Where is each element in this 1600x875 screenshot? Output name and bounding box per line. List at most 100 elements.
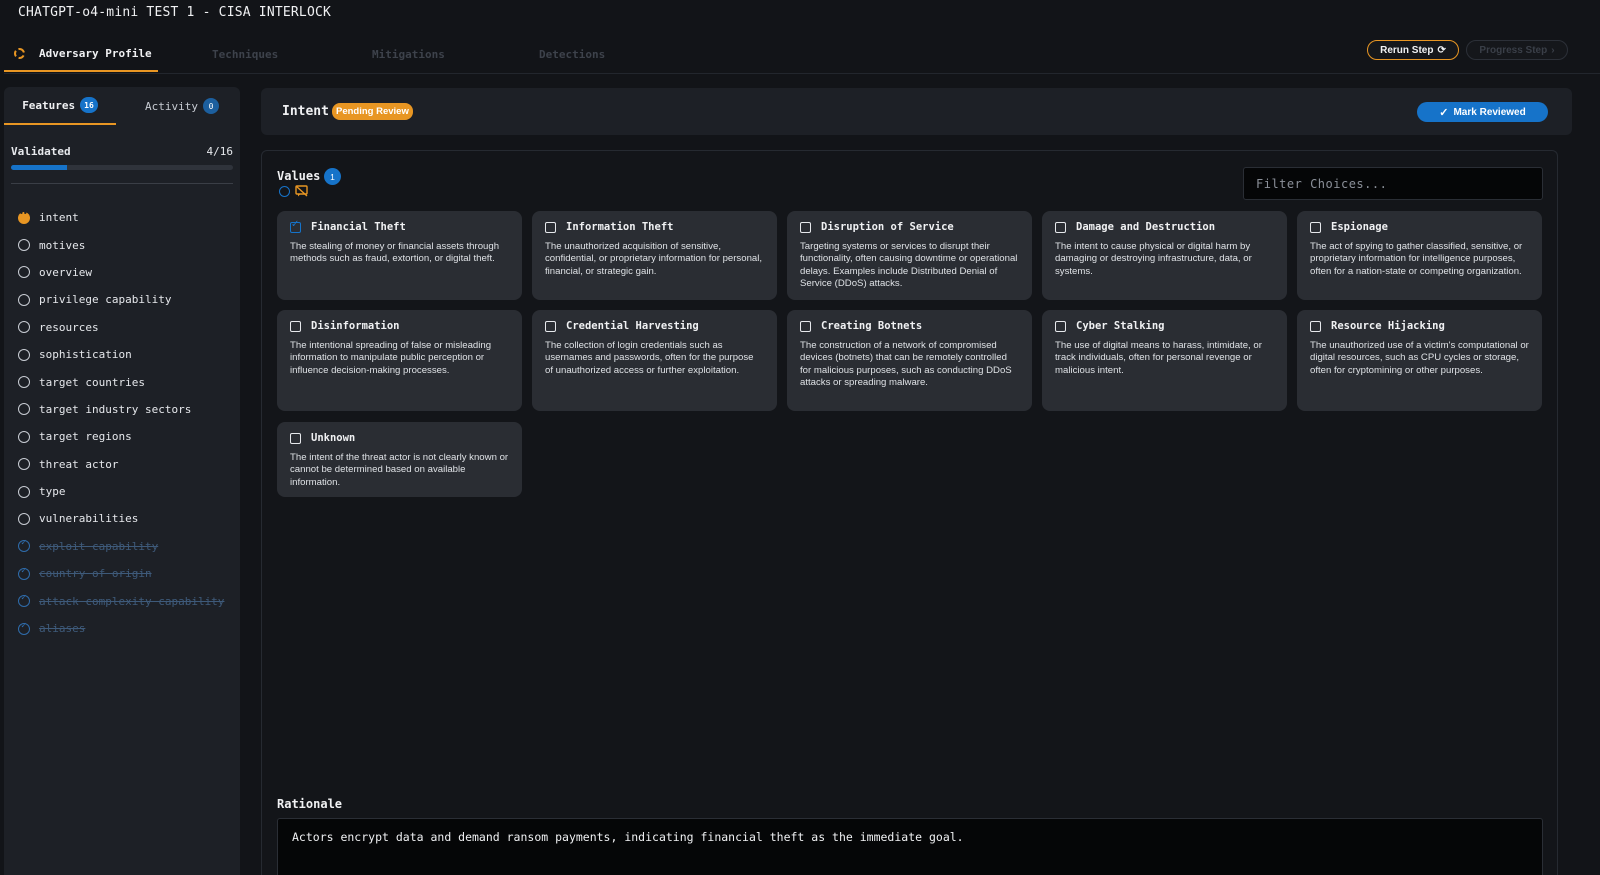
circle-icon [18,458,30,471]
feature-item-label: target countries [39,375,145,389]
rationale-textarea[interactable]: Actors encrypt data and demand ransom pa… [277,818,1543,875]
choice-checkbox[interactable] [545,221,556,233]
validated-progress-bar [11,165,233,170]
feature-item-target-industry-sectors[interactable]: target industry sectors [18,396,236,423]
feature-item-label: overview [39,265,92,279]
choice-title: Creating Botnets [821,320,923,332]
feature-item-label: vulnerabilities [39,512,139,526]
choice-description: The unauthorized acquisition of sensitiv… [545,241,763,277]
choice-checkbox[interactable] [1310,320,1321,332]
sidebar-tabs: Features 16 Activity 0 [4,87,240,127]
feature-item-aliases[interactable]: aliases [18,615,236,642]
circle-icon [18,293,30,306]
choice-header: Disruption of Service [800,221,1019,233]
choice-header: Cyber Stalking [1055,320,1274,332]
feature-item-privilege-capability[interactable]: privilege capability [18,286,236,313]
choice-header: Financial Theft [290,219,509,233]
choice-checkbox[interactable] [290,219,301,233]
validated-count: 4/16 [206,145,234,158]
feature-item-type[interactable]: type [18,478,236,505]
rerun-label: Rerun Step [1380,44,1434,56]
progress-label: Progress Step [1479,44,1548,56]
tab-techniques[interactable]: Techniques [212,36,278,72]
feature-item-target-countries[interactable]: target countries [18,368,236,395]
circle-icon [18,430,30,443]
feature-item-label: aliases [39,622,86,636]
choice-checkbox[interactable] [800,221,811,233]
tab-label: Adversary Profile [39,46,152,60]
circle-icon [18,403,30,416]
feature-item-threat-actor[interactable]: threat actor [18,451,236,478]
choice-checkbox[interactable] [1310,221,1321,233]
choice-title: Cyber Stalking [1076,320,1165,332]
choice-checkbox[interactable] [545,320,556,332]
feature-item-label: sophistication [39,348,132,362]
feature-item-sophistication[interactable]: sophistication [18,341,236,368]
feature-item-label: privilege capability [39,293,172,307]
rerun-step-button[interactable]: Rerun Step ⟳ [1367,40,1459,60]
tab-detections[interactable]: Detections [539,36,605,72]
feature-item-attack-complexity-capability[interactable]: attack complexity capability [18,587,236,614]
choice-card[interactable]: Disruption of Service Targeting systems o… [787,211,1032,300]
check-circle-icon [18,538,30,553]
choice-checkbox[interactable] [290,432,301,444]
tab-adversary-profile[interactable]: Adversary Profile [4,36,158,72]
choice-description: The unauthorized use of a victim's compu… [1310,340,1529,376]
choice-card[interactable]: Unknown The intent of the threat actor is… [277,422,522,497]
feature-item-label: attack complexity capability [39,594,225,608]
radio-circle-icon[interactable] [279,186,290,197]
validated-row: Validated 4/16 [11,145,233,158]
tab-activity[interactable]: Activity 0 [124,87,240,125]
feature-list: intent motives overview privilege capabilit… [18,204,236,642]
feature-item-label: target industry sectors [39,402,192,416]
choice-card[interactable]: Resource Hijacking The unauthorized use o… [1297,310,1542,411]
feature-item-intent[interactable]: intent [18,204,236,231]
choice-card[interactable]: Damage and Destruction The intent to caus… [1042,211,1287,300]
feature-item-label: type [39,485,66,499]
feature-item-motives[interactable]: motives [18,231,236,258]
mark-reviewed-label: Mark Reviewed [1453,106,1526,118]
feature-item-label: target regions [39,430,132,444]
tab-features[interactable]: Features 16 [4,87,116,125]
choice-checkbox[interactable] [1055,221,1066,233]
choice-title: Information Theft [566,221,674,233]
values-count-badge: 1 [324,168,341,185]
filter-choices-input[interactable] [1243,167,1543,200]
choice-description: Targeting systems or services to disrupt… [800,241,1018,289]
tab-mitigations[interactable]: Mitigations [372,36,445,72]
circle-icon [18,321,30,334]
choice-title: Espionage [1331,221,1388,233]
check-circle-icon [18,566,30,580]
choice-card[interactable]: Disinformation The intentional spreading … [277,310,522,411]
feature-item-country-of-origin[interactable]: country of origin [18,560,236,587]
feature-item-exploit-capability[interactable]: exploit capability [18,533,236,560]
choice-checkbox[interactable] [1055,320,1066,332]
app-title: CHATGPT-o4-mini TEST 1 - CISA INTERLOCK [18,5,332,20]
feature-title: Intent [282,104,329,119]
choice-card[interactable]: Credential Harvesting The collection of l… [532,310,777,411]
top-tab-bar: Adversary Profile Techniques Mitigations… [4,36,1600,74]
choice-card[interactable]: Information Theft The unauthorized acquis… [532,211,777,300]
feature-item-target-regions[interactable]: target regions [18,423,236,450]
feature-item-overview[interactable]: overview [18,259,236,286]
feature-item-resources[interactable]: resources [18,314,236,341]
choice-title: Disinformation [311,320,400,332]
validated-progress-fill [11,165,67,170]
sidebar-divider [11,183,233,184]
choice-card[interactable]: Financial Theft The stealing of money or … [277,211,522,300]
choice-description: The act of spying to gather classified, … [1310,241,1523,277]
choice-checkbox[interactable] [290,320,301,332]
choice-title: Disruption of Service [821,221,954,233]
choice-card[interactable]: Creating Botnets The construction of a ne… [787,310,1032,411]
progress-step-button[interactable]: Progress Step › [1466,40,1568,60]
choice-checkbox[interactable] [800,320,811,332]
choice-description: The collection of login credentials such… [545,340,754,376]
feature-item-vulnerabilities[interactable]: vulnerabilities [18,505,236,532]
mark-reviewed-button[interactable]: ✓ Mark Reviewed [1417,102,1548,122]
in-progress-icon [14,47,25,59]
check-icon: ✓ [1439,106,1449,119]
choice-card[interactable]: Espionage The act of spying to gather cla… [1297,211,1542,300]
choice-title: Financial Theft [311,221,406,233]
comment-off-icon[interactable] [295,185,308,197]
choice-card[interactable]: Cyber Stalking The use of digital means t… [1042,310,1287,411]
